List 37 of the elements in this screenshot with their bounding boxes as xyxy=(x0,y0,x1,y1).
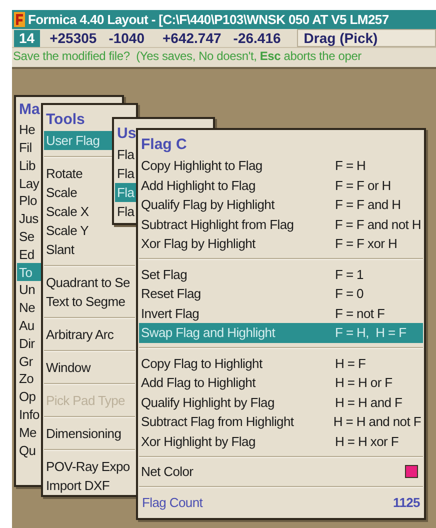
flag-count-value: 1125 xyxy=(392,494,420,512)
menu-item[interactable]: Invert Flag F = not F xyxy=(139,304,423,323)
menu-item[interactable]: Arbitrary Arc xyxy=(44,325,135,344)
menu-item[interactable]: Net Color xyxy=(139,462,423,482)
coordinate-value: -26.416 xyxy=(233,28,281,48)
coordinate-value: +642.747 xyxy=(162,28,222,48)
coordinate-value: +25305 xyxy=(50,28,97,48)
status-message: Save the modified file? (Yes saves, No doesn't, Esc aborts the oper xyxy=(13,48,362,64)
menu-item[interactable]: Text to Segme xyxy=(44,292,135,311)
menu-item[interactable]: Copy Flag to Highlight H = F xyxy=(139,354,423,373)
menu-item[interactable]: Quadrant to Se xyxy=(44,273,135,292)
menu-title: Tools xyxy=(45,111,85,129)
menu-item[interactable]: Subtract Highlight from Flag F = F and not H xyxy=(139,214,423,234)
menu-item[interactable]: Import DXF xyxy=(44,476,135,495)
flag-count-label: Flag Count xyxy=(142,494,203,512)
menu-item[interactable]: Xor Highlight by Flag H = H xor F xyxy=(139,432,423,451)
menu-item[interactable]: Add Highlight to Flag F = F or H xyxy=(139,176,423,195)
app-logo-icon xyxy=(14,12,25,27)
menu-title: Ma xyxy=(18,101,40,119)
menu-item[interactable]: Add Flag to Highlight H = H or F xyxy=(139,373,423,392)
menu-item[interactable]: Reset Flag F = 0 xyxy=(139,284,423,304)
menu-item[interactable]: Copy Highlight to Flag F = H xyxy=(139,156,423,176)
menu-item[interactable]: Qualify Flag by Highlight F = F and H xyxy=(139,195,423,214)
menu-item[interactable]: Set Flag F = 1 xyxy=(139,264,423,284)
coordinate-value: -1040 xyxy=(108,28,144,48)
menu-item[interactable]: POV-Ray Expo xyxy=(44,457,135,476)
menu-item[interactable]: Subtract Flag from Highlight H = H and not F xyxy=(139,412,423,432)
window-title: Formica 4.40 Layout - [C:\F\440\P103\WNSK 050 AT V5 LM257 xyxy=(28,10,389,29)
layer-number: 14 xyxy=(14,30,40,46)
menu-item[interactable]: Xor Flag by Highlight F = F xor H xyxy=(139,234,423,254)
mode-field: Drag (Pick) xyxy=(296,29,436,47)
menu-item[interactable]: Dimensioning xyxy=(44,424,135,443)
menu-item[interactable]: Qualify Highlight by Flag H = H and F xyxy=(139,392,423,412)
menu-item[interactable]: Slant xyxy=(44,240,135,259)
menu-title: Flag C xyxy=(140,136,187,154)
menu-item[interactable]: Window xyxy=(44,358,135,377)
menu-item[interactable]: Scale Y xyxy=(44,221,135,240)
